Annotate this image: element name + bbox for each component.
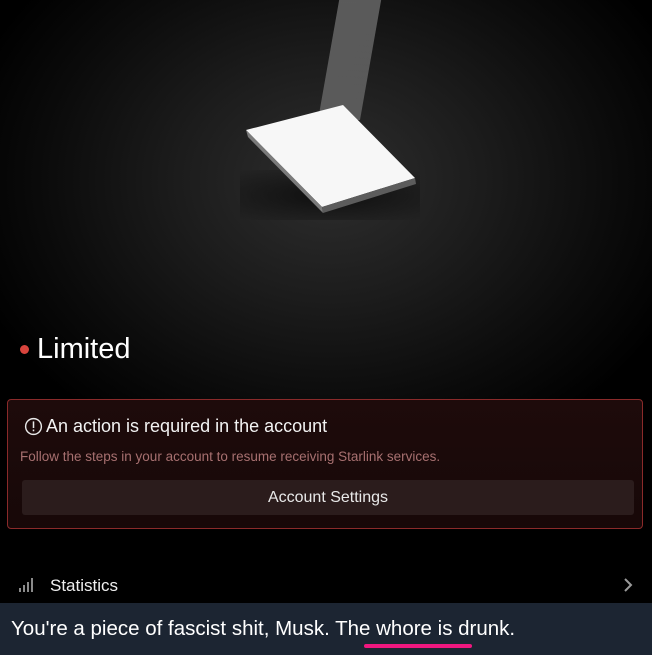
- alert-message: Follow the steps in your account to resu…: [20, 449, 441, 464]
- account-alert-card: An action is required in the account Fol…: [7, 399, 643, 529]
- account-settings-button[interactable]: Account Settings: [22, 480, 634, 515]
- status-dot-icon: [20, 344, 29, 354]
- status-label: Limited: [37, 333, 131, 365]
- chevron-right-icon: [624, 578, 633, 592]
- caption-text: You're a piece of fascist shit, Musk. Th…: [11, 617, 516, 640]
- app-screen: Limited An action is required in the acc…: [0, 0, 652, 655]
- statistics-row[interactable]: Statistics: [0, 566, 652, 604]
- dish-hero: [0, 0, 652, 320]
- caption-bar: You're a piece of fascist shit, Musk. Th…: [0, 603, 652, 655]
- signal-bars-icon: [19, 578, 33, 592]
- statistics-label: Statistics: [50, 576, 119, 595]
- alert-title: An action is required in the account: [46, 416, 328, 436]
- connection-status: Limited: [20, 332, 131, 366]
- starlink-dish-icon: [246, 105, 416, 213]
- alert-title-row: An action is required in the account: [24, 416, 327, 437]
- caption-underline: [364, 644, 472, 648]
- alert-circle-icon: [24, 417, 43, 436]
